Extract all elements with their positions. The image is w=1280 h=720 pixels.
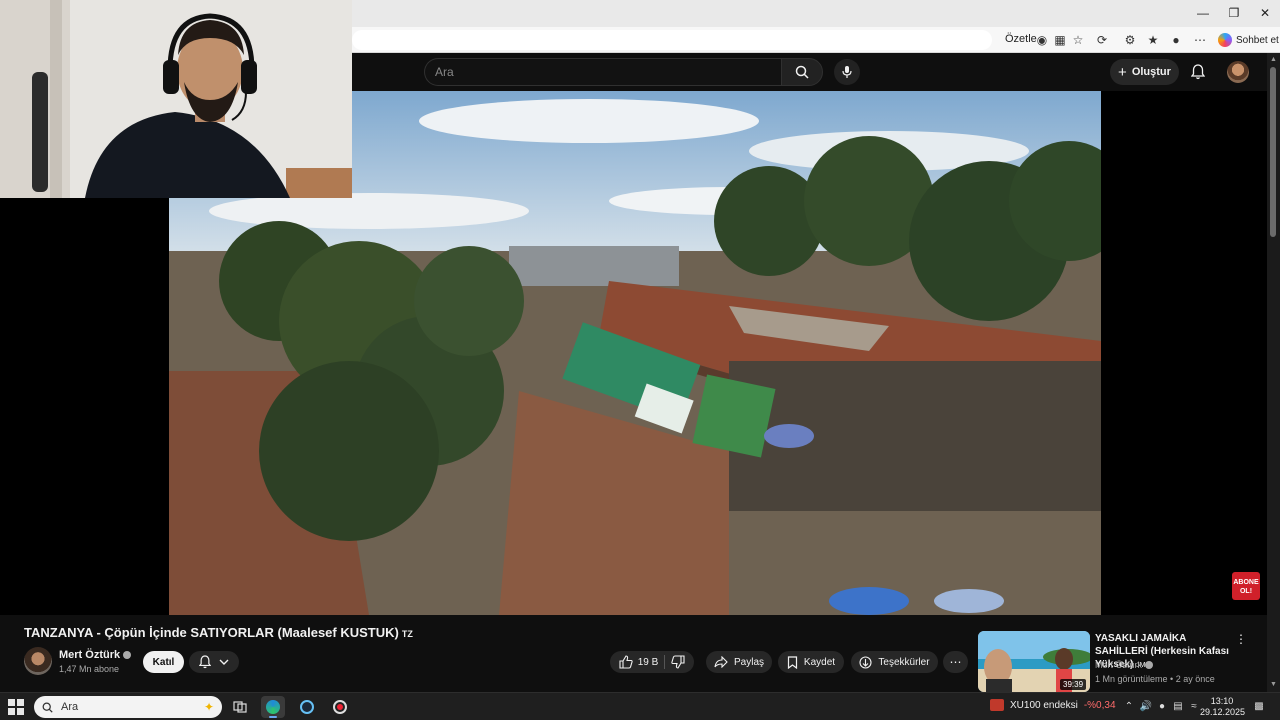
scroll-up-arrow-icon[interactable]: ▲ [1269,55,1278,64]
favorites-icon[interactable]: ★ [1145,32,1161,48]
channel-name[interactable]: Mert Öztürk [59,649,132,661]
video-title-text: TANZANYA - Çöpün İçinde SATIYORLAR (Maal… [24,625,399,640]
bookmark-icon [787,655,798,669]
more-menu-icon[interactable]: ⋯ [1192,32,1208,48]
stock-name: XU100 endeksi [1010,699,1078,711]
address-field[interactable] [352,30,992,50]
save-button[interactable]: Kaydet [778,651,844,673]
channel-name-text: Mert Öztürk [59,649,121,661]
thanks-label: Teşekkürler [878,656,930,668]
profile-icon[interactable]: ● [1168,32,1184,48]
like-divider [664,655,666,669]
save-label: Kaydet [803,656,836,668]
copilot-chat-button[interactable]: Sohbet et [1218,31,1279,49]
plus-icon: + [1118,63,1127,81]
thanks-icon [859,655,872,669]
taskbar-search[interactable]: Ara ✦ [34,696,222,718]
streamer-webcam-image [0,0,352,198]
search-icon [42,702,53,713]
steam-icon[interactable] [295,696,319,718]
stock-widget[interactable]: XU100 endeksi -%0,34 [990,699,1116,711]
scroll-down-arrow-icon[interactable]: ▼ [1269,680,1278,689]
thumbs-down-icon[interactable] [671,655,685,669]
bell-icon [199,655,211,669]
thumbs-up-icon [619,655,633,669]
chevron-down-icon [219,659,229,665]
thanks-button[interactable]: Teşekkürler [851,651,938,673]
recommended-video-channel[interactable]: Mert Öztürk [1095,660,1154,670]
copilot-small-icon[interactable]: ◉ [1034,32,1050,48]
volume-icon[interactable]: 🔊 [1139,700,1153,714]
more-actions-button[interactable]: ⋯ [943,651,968,673]
extensions-icon[interactable]: ⚙ [1122,32,1138,48]
more-horizontal-icon: ⋯ [949,655,962,669]
search-input[interactable] [425,59,782,85]
create-button[interactable]: + Oluştur [1110,59,1179,85]
verified-badge-icon [123,651,132,659]
join-button[interactable]: Katıl [143,651,184,673]
taskbar-search-placeholder: Ara [61,701,79,713]
create-label: Oluştur [1131,66,1171,78]
account-avatar[interactable] [1227,61,1249,83]
stock-chart-icon [990,699,1004,711]
recommended-video-duration: 39:39 [1060,679,1087,690]
page-scrollbar[interactable]: ▲ ▼ [1267,53,1280,692]
apps-icon[interactable]: ▦ [1052,32,1068,48]
share-arrow-icon [714,656,728,668]
notifications-button[interactable] [1187,61,1209,83]
share-label: Paylaş [733,656,764,668]
subscribe-watermark-line2: OL! [1239,588,1253,595]
scrollbar-thumb[interactable] [1270,67,1276,237]
verified-badge-icon [1145,661,1154,669]
video-title: TANZANYA - Çöpün İçinde SATIYORLAR (Maal… [24,625,413,640]
search-button[interactable] [781,58,823,86]
subscriber-count: 1,47 Mn abone [59,664,120,674]
share-button[interactable]: Paylaş [706,651,772,673]
summarize-button[interactable]: Özetle [1005,33,1037,45]
maximize-icon[interactable]: ❐ [1219,4,1249,22]
copilot-chat-label: Sohbet et [1236,34,1279,46]
recommended-more-icon[interactable]: ⋮ [1234,632,1248,646]
refresh-icon[interactable]: ⟳ [1094,32,1110,48]
voice-search-button[interactable] [834,59,860,85]
search-highlight-icon: ✦ [203,700,214,714]
like-dislike-group: 19 B [610,651,694,673]
clock-time: 13:10 [1210,696,1234,706]
notification-center-icon[interactable]: ▩ [1252,700,1266,714]
stock-change: -%0,34 [1083,699,1116,711]
tray-overflow-chevron-icon[interactable]: ⌃ [1122,700,1136,714]
subscription-notifications-button[interactable] [189,651,239,673]
subscribe-watermark-line1: ABONE [1233,579,1259,586]
recommended-channel-name: Mert Öztürk [1095,660,1143,670]
copilot-icon [1218,33,1232,47]
clock-date: 29.12.2025 [1200,707,1246,717]
search-icon [795,65,809,79]
microphone-icon [842,66,852,78]
windows-taskbar: Ara ✦ XU100 endeksi -%0,34 ⌃ 🔊 ● ▤ ≈ 13:… [0,692,1280,720]
wifi-icon[interactable]: ≈ [1187,700,1201,714]
video-title-flag: TZ [401,629,413,639]
taskbar-clock[interactable]: 13:10 29.12.2025 [1200,696,1246,718]
edge-browser-icon[interactable] [261,696,285,718]
like-button[interactable]: 19 B [619,655,659,669]
webcam-overlay [0,0,352,198]
search-box [424,58,782,86]
subscribe-watermark[interactable]: ABONE OL! [1232,572,1260,600]
minimize-icon[interactable]: — [1188,4,1218,22]
network-icon[interactable]: ▤ [1171,700,1185,714]
channel-avatar[interactable] [24,647,52,675]
recorder-app-icon[interactable] [328,696,352,718]
favorite-star-icon[interactable]: ☆ [1070,32,1086,48]
start-windows-icon[interactable] [8,699,24,715]
recommended-video-meta: 1 Mn görüntüleme • 2 ay önce [1095,674,1215,684]
task-view-icon[interactable] [228,696,252,718]
microphone-tray-icon[interactable]: ● [1155,700,1169,714]
like-count: 19 B [637,656,659,668]
close-icon[interactable]: ✕ [1250,4,1280,22]
bell-icon [1191,64,1205,80]
